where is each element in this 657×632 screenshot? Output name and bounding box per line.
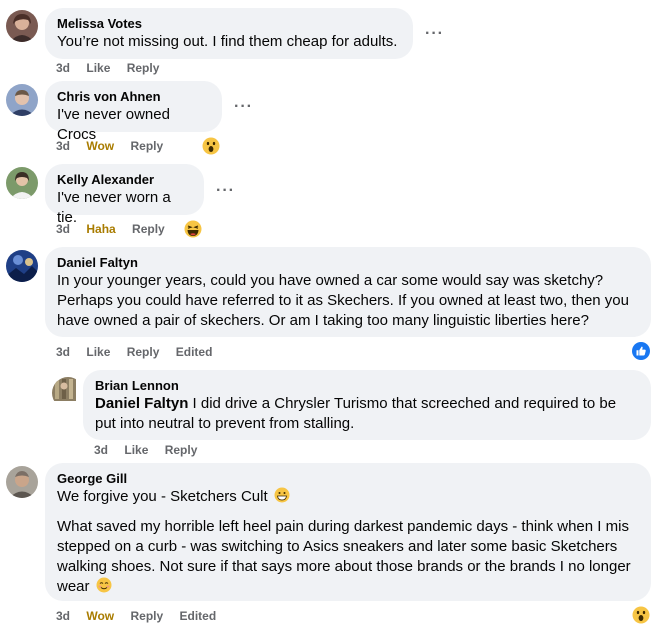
wow-reaction-button[interactable]: Wow bbox=[86, 608, 114, 624]
reply-button[interactable]: Reply bbox=[130, 138, 163, 154]
comment-text: We forgive you - Sketchers Cult bbox=[57, 487, 639, 507]
avatar[interactable] bbox=[6, 84, 38, 116]
comment-actions: 3d Wow Reply bbox=[56, 138, 176, 154]
avatar[interactable] bbox=[6, 167, 38, 199]
comment-actions: 3d Wow Reply Edited bbox=[56, 608, 229, 624]
edited-label[interactable]: Edited bbox=[176, 344, 213, 360]
like-button[interactable]: Like bbox=[86, 60, 110, 76]
more-options-icon[interactable]: ··· bbox=[425, 26, 444, 42]
mention-tag[interactable]: Daniel Faltyn bbox=[95, 395, 188, 412]
reply-button[interactable]: Reply bbox=[132, 221, 165, 237]
comment-author[interactable]: Daniel Faltyn bbox=[57, 255, 639, 271]
avatar[interactable] bbox=[6, 10, 38, 42]
comment-text: Daniel Faltyn I did drive a Chrysler Tur… bbox=[95, 395, 617, 432]
comment-actions: 3d Like Reply bbox=[94, 442, 210, 458]
comment-bubble: Daniel Faltyn In your younger years, cou… bbox=[45, 247, 651, 337]
comment-text: What saved my horrible left heel pain du… bbox=[57, 518, 631, 595]
comment-text: You’re not missing out. I find them chea… bbox=[57, 33, 398, 50]
comment-bubble: Chris von Ahnen I've never owned Crocs bbox=[45, 81, 222, 143]
avatar[interactable] bbox=[6, 466, 38, 498]
comment-timestamp[interactable]: 3d bbox=[56, 608, 70, 624]
comment-text: In your younger years, could you have ow… bbox=[57, 272, 629, 329]
comment-bubble: Melissa Votes You’re not missing out. I … bbox=[45, 8, 413, 59]
avatar[interactable] bbox=[52, 377, 84, 409]
comment-actions: 3d Haha Reply bbox=[56, 221, 178, 237]
comment-timestamp[interactable]: 3d bbox=[94, 442, 108, 458]
wow-emoji-icon[interactable] bbox=[202, 137, 220, 155]
smiling-emoji-icon bbox=[96, 577, 112, 593]
like-thumb-icon[interactable] bbox=[632, 342, 650, 360]
comment-author[interactable]: Melissa Votes bbox=[57, 16, 401, 32]
edited-label[interactable]: Edited bbox=[180, 608, 217, 624]
like-button[interactable]: Like bbox=[124, 442, 148, 458]
reply-button[interactable]: Reply bbox=[127, 60, 160, 76]
comment-author[interactable]: Chris von Ahnen bbox=[57, 89, 210, 105]
avatar[interactable] bbox=[6, 250, 38, 282]
comment-bubble: George Gill We forgive you - Sketchers C… bbox=[45, 463, 651, 601]
comment-timestamp[interactable]: 3d bbox=[56, 221, 70, 237]
like-button[interactable]: Like bbox=[86, 344, 110, 360]
haha-emoji-icon[interactable] bbox=[184, 220, 202, 238]
reply-button[interactable]: Reply bbox=[130, 608, 163, 624]
comment-author[interactable]: George Gill bbox=[57, 471, 639, 487]
comment-author[interactable]: Kelly Alexander bbox=[57, 172, 192, 188]
comment-actions: 3d Like Reply Edited bbox=[56, 344, 225, 360]
more-options-icon[interactable]: ··· bbox=[234, 99, 253, 115]
reply-button[interactable]: Reply bbox=[165, 442, 198, 458]
wow-emoji-icon[interactable] bbox=[632, 606, 650, 624]
grinning-emoji-icon bbox=[274, 487, 290, 503]
comment-bubble: Kelly Alexander I've never worn a tie. bbox=[45, 164, 204, 226]
comment-timestamp[interactable]: 3d bbox=[56, 344, 70, 360]
wow-reaction-button[interactable]: Wow bbox=[86, 138, 114, 154]
more-options-icon[interactable]: ··· bbox=[216, 183, 235, 199]
comment-author[interactable]: Brian Lennon bbox=[95, 378, 639, 394]
comment-timestamp[interactable]: 3d bbox=[56, 60, 70, 76]
haha-reaction-button[interactable]: Haha bbox=[86, 221, 115, 237]
comment-timestamp[interactable]: 3d bbox=[56, 138, 70, 154]
reply-button[interactable]: Reply bbox=[127, 344, 160, 360]
reply-bubble: Brian Lennon Daniel Faltyn I did drive a… bbox=[83, 370, 651, 440]
comment-actions: 3d Like Reply bbox=[56, 60, 172, 76]
